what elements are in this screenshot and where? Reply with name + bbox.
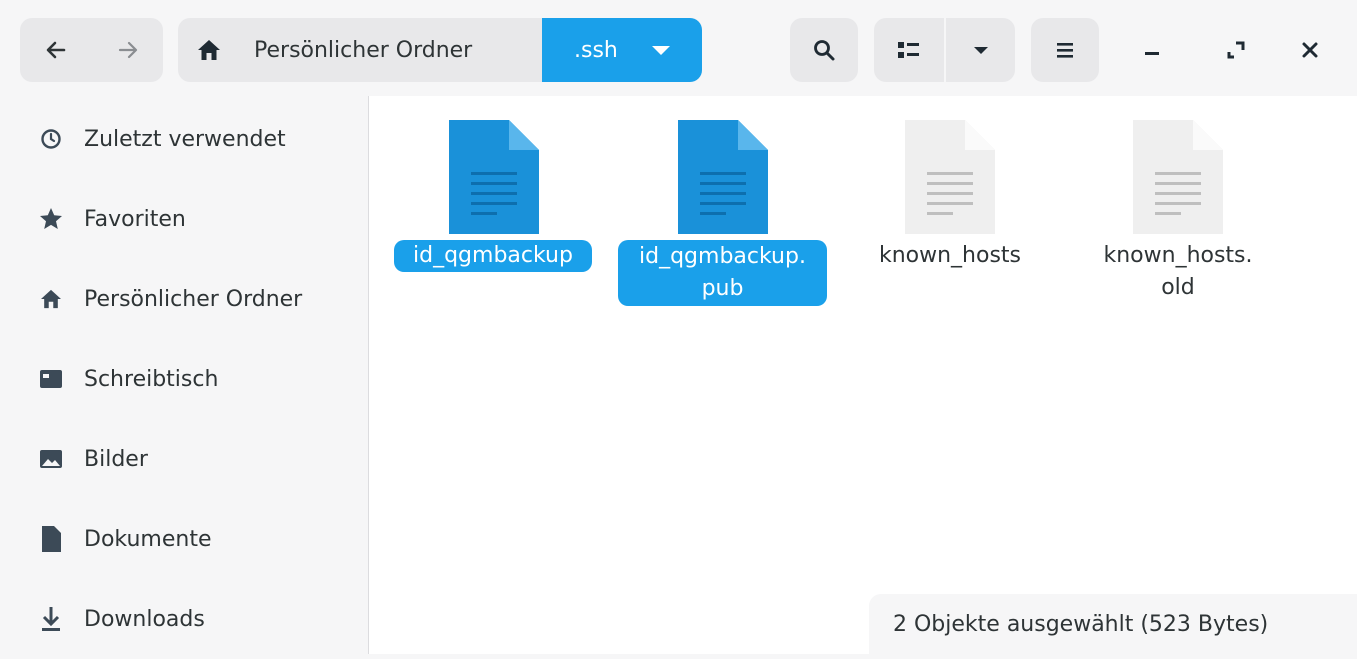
text-file-icon [678, 120, 768, 234]
chevron-down-icon [651, 45, 670, 55]
pictures-icon [37, 445, 65, 473]
sidebar-item-label: Persönlicher Ordner [84, 286, 303, 312]
minimize-button[interactable] [1124, 18, 1180, 82]
file-name-line: known_hosts. [1103, 243, 1253, 268]
minimize-icon [1145, 52, 1159, 55]
file-name-line: id_qgmbackup. [639, 244, 806, 269]
status-text: 2 Objekte ausgewählt (523 Bytes) [893, 611, 1269, 637]
star-icon [37, 205, 65, 233]
arrow-right-icon [118, 41, 137, 59]
home-icon [37, 285, 65, 313]
close-icon [1302, 42, 1318, 58]
sidebar-item-favorites[interactable]: Favoriten [0, 179, 368, 259]
maximize-button[interactable] [1208, 18, 1264, 82]
sidebar-item-home[interactable]: Persönlicher Ordner [0, 259, 368, 339]
sidebar-item-desktop[interactable]: Schreibtisch [0, 339, 368, 419]
path-segment-current-label: .ssh [574, 37, 618, 63]
selection-status: 2 Objekte ausgewählt (523 Bytes) [869, 594, 1357, 654]
file-item[interactable]: known_hosts [855, 96, 1055, 296]
path-bar: Persönlicher Ordner .ssh [178, 18, 702, 82]
path-segment-home[interactable]: Persönlicher Ordner [178, 18, 542, 82]
path-segment-home-label: Persönlicher Ordner [254, 37, 473, 63]
list-view-icon [898, 42, 919, 58]
text-file-icon [449, 120, 539, 234]
forward-button[interactable] [92, 18, 163, 82]
header-bar: Persönlicher Ordner .ssh [0, 0, 1357, 96]
view-mode-button[interactable] [874, 18, 944, 82]
file-name-line: pub [701, 276, 744, 301]
file-manager-window: Persönlicher Ordner .ssh Zuletzt verwend… [0, 0, 1357, 654]
sidebar-item-pictures[interactable]: Bilder [0, 419, 368, 499]
document-icon [37, 525, 65, 553]
file-name-line: old [1161, 275, 1195, 300]
hamburger-menu-icon [1057, 43, 1073, 58]
sidebar-item-label: Downloads [84, 606, 205, 632]
file-name-line: id_qgmbackup [413, 243, 573, 268]
home-icon [196, 37, 222, 63]
sidebar-item-label: Dokumente [84, 526, 212, 552]
sidebar-item-label: Favoriten [84, 206, 186, 232]
close-button[interactable] [1282, 18, 1338, 82]
main-menu-button[interactable] [1031, 18, 1099, 82]
arrow-left-icon [46, 41, 66, 59]
path-segment-current[interactable]: .ssh [542, 18, 702, 82]
sidebar-item-recent[interactable]: Zuletzt verwendet [0, 99, 368, 179]
sidebar-item-documents[interactable]: Dokumente [0, 499, 368, 579]
file-name-line: known_hosts [878, 243, 1022, 268]
sidebar-item-label: Bilder [84, 446, 148, 472]
view-options-button[interactable] [946, 18, 1015, 82]
file-item[interactable]: known_hosts. old [1083, 96, 1283, 316]
desktop-icon [37, 365, 65, 393]
file-name: id_qgmbackup. pub [618, 240, 827, 306]
sidebar: Zuletzt verwendet Favoriten Persönlicher… [0, 96, 368, 654]
clock-icon [37, 125, 65, 153]
sidebar-item-label: Zuletzt verwendet [84, 126, 286, 152]
search-button[interactable] [790, 18, 858, 82]
text-file-icon [905, 120, 995, 234]
download-icon [37, 605, 65, 633]
sidebar-item-label: Schreibtisch [84, 366, 219, 392]
maximize-icon [1227, 41, 1245, 59]
back-button[interactable] [20, 18, 92, 82]
search-icon [814, 40, 835, 61]
file-item[interactable]: id_qgmbackup. pub [617, 96, 827, 316]
file-name: known_hosts [855, 240, 1045, 272]
file-name: known_hosts. old [1083, 240, 1273, 304]
file-grid: id_qgmbackup id_qgmbackup. pub known_hos… [369, 96, 1357, 654]
file-name: id_qgmbackup [394, 240, 592, 272]
file-item[interactable]: id_qgmbackup [393, 96, 593, 296]
text-file-icon [1133, 120, 1223, 234]
chevron-down-icon [973, 47, 988, 54]
sidebar-item-downloads[interactable]: Downloads [0, 579, 368, 659]
